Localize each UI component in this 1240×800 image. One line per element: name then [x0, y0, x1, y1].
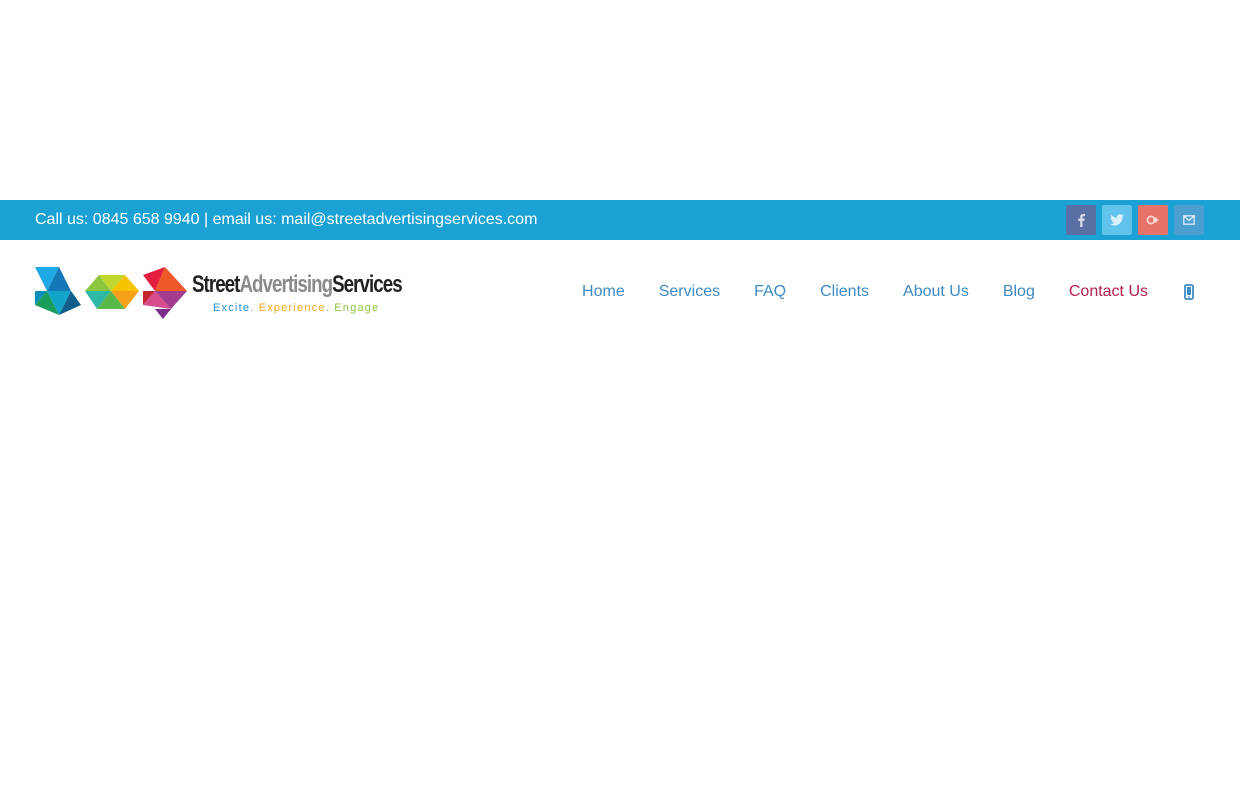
tagline-excite: Excite — [213, 302, 251, 314]
tagline-sep: . — [325, 302, 330, 314]
logo-word-advertising: Advertising — [239, 271, 333, 298]
contact-info: Call us: 0845 658 9940 | email us: mail@… — [35, 211, 538, 228]
googleplus-button[interactable] — [1138, 205, 1168, 235]
nav-item-services[interactable]: Services — [659, 282, 720, 302]
tagline-experience: Experience — [258, 302, 326, 314]
twitter-button[interactable] — [1102, 205, 1132, 235]
nav-item-clients[interactable]: Clients — [820, 282, 869, 302]
site-logo[interactable]: StreetAdvertisingServices Excite. Experi… — [35, 265, 405, 321]
main-nav: Home Services FAQ Clients About Us Blog … — [548, 282, 1196, 302]
nav-item-home[interactable]: Home — [582, 282, 625, 302]
nav-item-about-us[interactable]: About Us — [903, 282, 969, 302]
email-icon — [1183, 215, 1195, 225]
social-links — [1066, 205, 1204, 235]
googleplus-icon — [1146, 215, 1159, 225]
logo-word-services: Services — [332, 271, 402, 298]
tagline-engage: Engage — [334, 302, 380, 314]
mobile-phone-icon — [1184, 284, 1194, 300]
logo-word-street: Street — [192, 271, 240, 298]
facebook-button[interactable] — [1066, 205, 1096, 235]
email-button[interactable] — [1174, 205, 1204, 235]
logo-mark-icon — [35, 267, 187, 319]
nav-item-blog[interactable]: Blog — [1003, 282, 1035, 302]
site-header: StreetAdvertisingServices Excite. Experi… — [0, 240, 1240, 340]
logo-wordmark: StreetAdvertisingServices — [192, 271, 403, 298]
nav-item-faq[interactable]: FAQ — [754, 282, 786, 302]
logo-tagline: Excite. Experience. Engage — [213, 302, 379, 315]
twitter-icon — [1110, 214, 1124, 226]
nav-item-contact-us[interactable]: Contact Us — [1069, 282, 1148, 302]
facebook-icon — [1078, 213, 1085, 227]
tagline-sep: . — [250, 302, 255, 314]
top-bar: Call us: 0845 658 9940 | email us: mail@… — [0, 200, 1240, 240]
mobile-phone-button[interactable] — [1182, 282, 1196, 302]
